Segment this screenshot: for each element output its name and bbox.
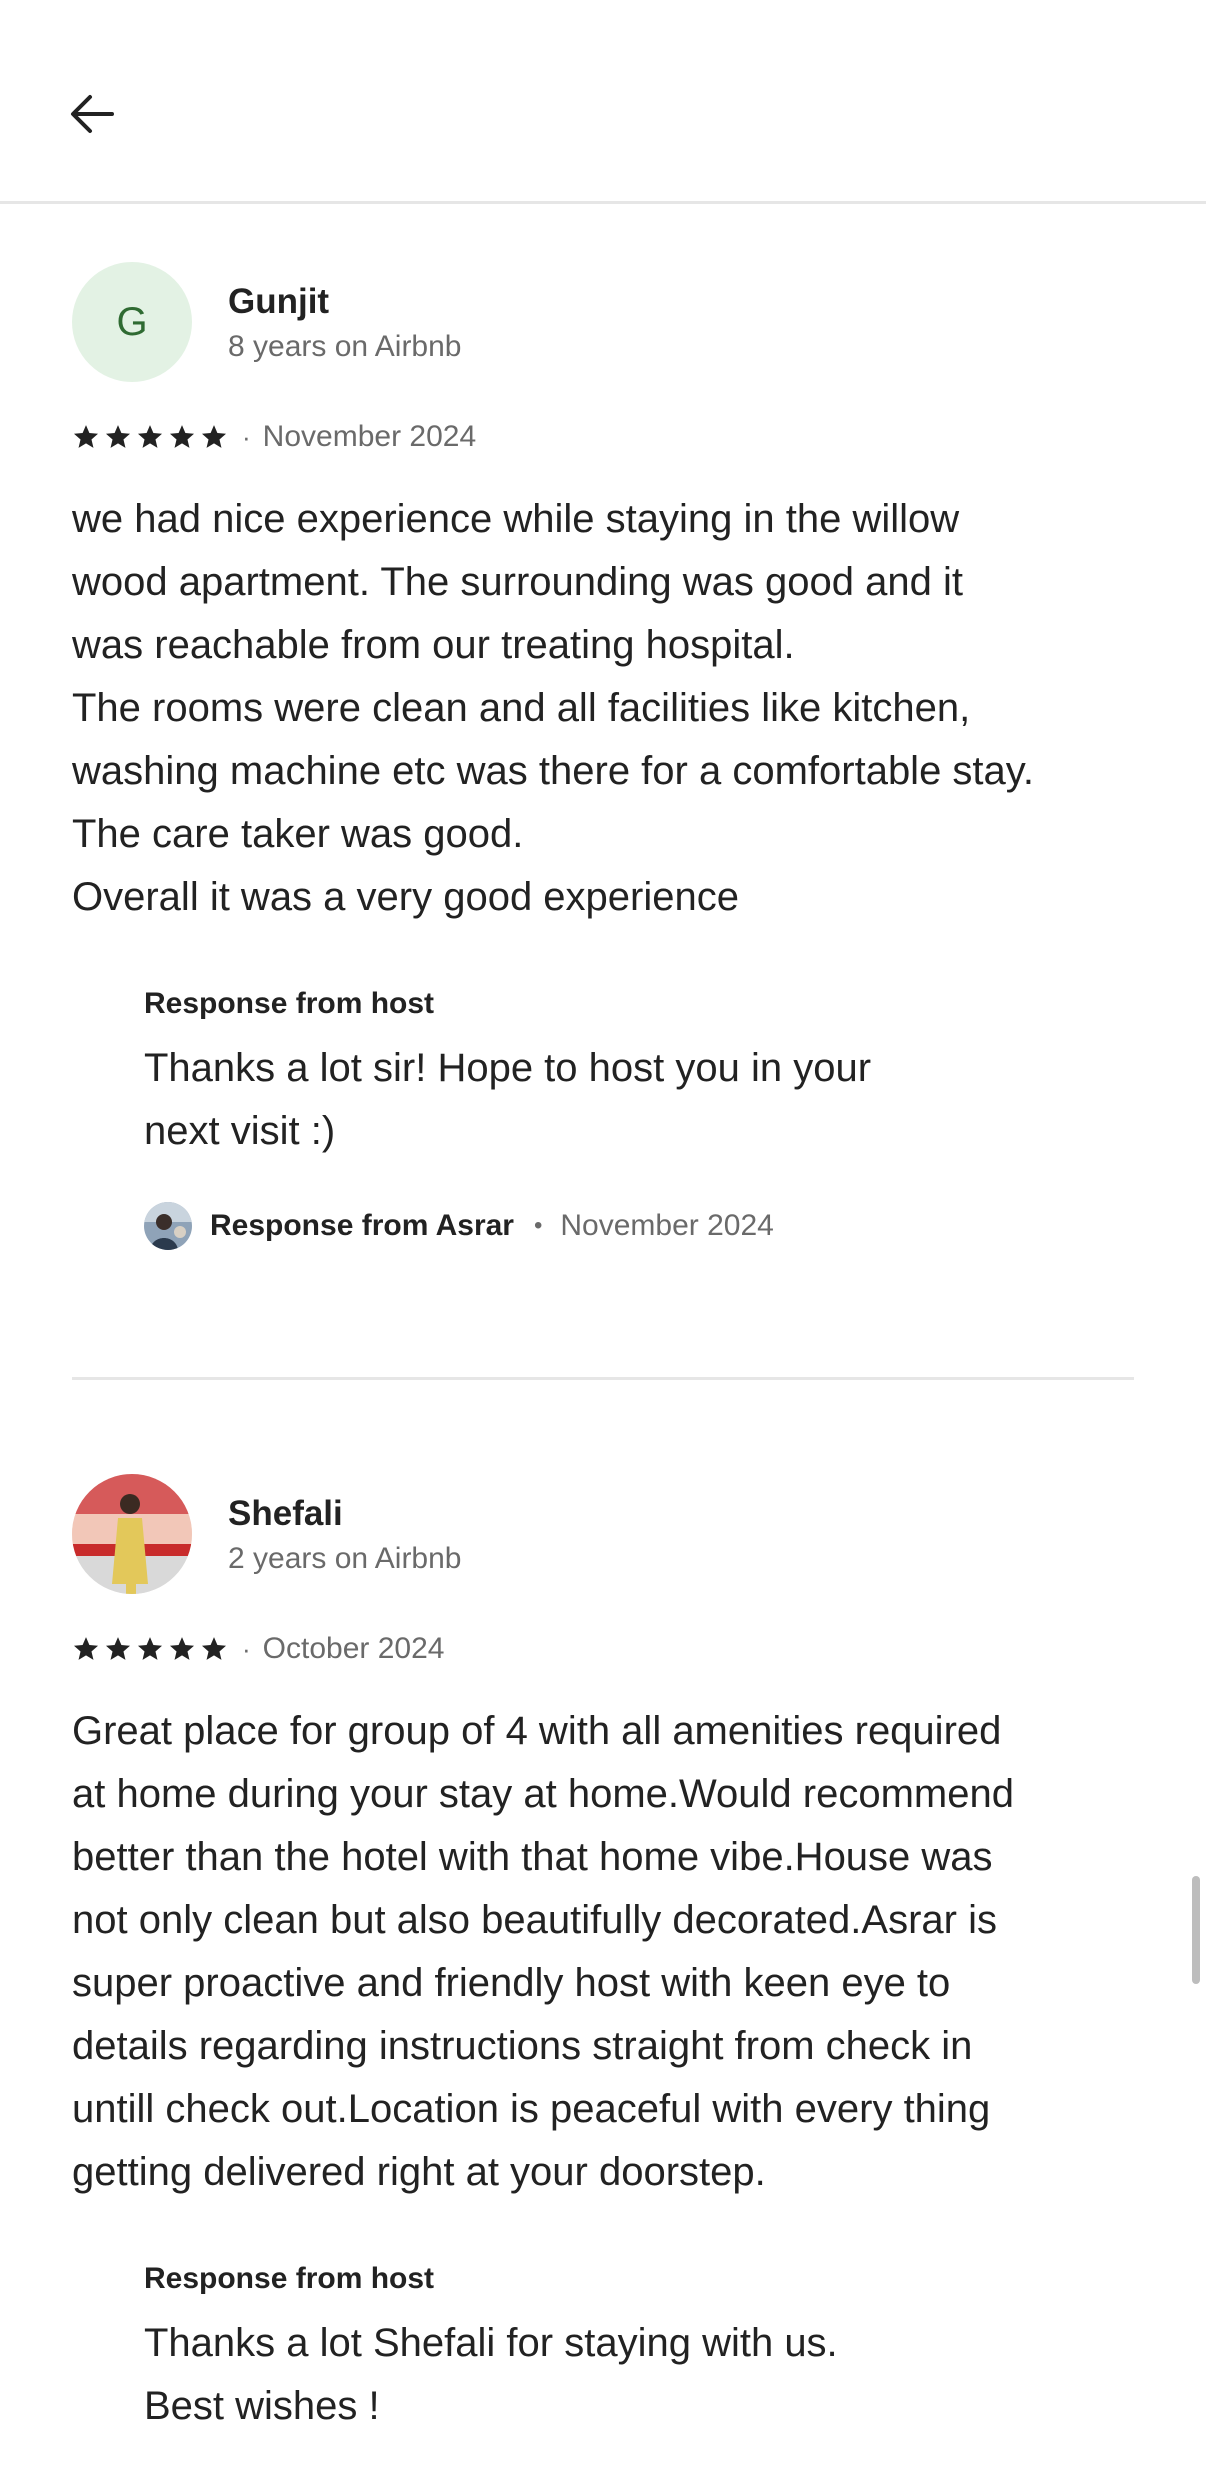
back-button[interactable]	[60, 82, 124, 146]
separator-dot: ·	[242, 1633, 251, 1664]
response-text: Thanks a lot sir! Hope to host you in yo…	[144, 1046, 872, 1153]
reviewer-name[interactable]: Gunjit	[228, 282, 329, 322]
star-icon	[137, 1637, 163, 1660]
scrollbar-thumb[interactable]	[1192, 1876, 1200, 1984]
host-response: Response from host Thanks a lot Shefali …	[144, 2262, 1044, 2438]
separator-dot: ·	[242, 421, 251, 452]
star-icon	[137, 425, 163, 448]
arrow-left-icon	[71, 95, 114, 133]
star-rating	[72, 423, 228, 451]
star-icon	[105, 1637, 131, 1660]
response-footer: Response from Asrar • November 2024	[144, 1201, 1044, 1251]
separator-dot: •	[533, 1212, 543, 1239]
review-text: Great place for group of 4 with all amen…	[72, 1709, 1014, 2194]
host-avatar[interactable]	[144, 1202, 192, 1250]
rating-row: · October 2024	[72, 1628, 1134, 1670]
review-divider	[72, 1377, 1134, 1380]
reviewer-info: G Gunjit 8 years on Airbnb	[72, 262, 1134, 384]
reviews-page: G Gunjit 8 years on Airbnb · November 20…	[0, 0, 1206, 2472]
star-icon	[73, 425, 99, 448]
response-text: Thanks a lot Shefali for staying with us…	[144, 2321, 838, 2428]
star-icon	[201, 425, 227, 448]
reviewer-info: Shefali 2 years on Airbnb	[72, 1474, 1134, 1596]
avatar[interactable]: G	[72, 262, 192, 382]
star-icon	[201, 1637, 227, 1660]
host-response-label: Response from Asrar	[210, 1209, 514, 1242]
reviewer-tenure: 8 years on Airbnb	[228, 330, 462, 363]
avatar[interactable]	[72, 1474, 192, 1594]
star-icon	[169, 425, 195, 448]
avatar-letter: G	[116, 299, 148, 344]
host-response: Response from host Thanks a lot sir! Hop…	[144, 987, 1044, 1251]
response-heading: Response from host	[144, 2262, 435, 2295]
review-date: October 2024	[262, 1632, 445, 1665]
response-date: November 2024	[560, 1209, 774, 1242]
star-icon	[169, 1637, 195, 1660]
review-card: Shefali 2 years on Airbnb · October 2024…	[72, 1474, 1134, 2438]
response-heading: Response from host	[144, 987, 435, 1020]
reviewer-name[interactable]: Shefali	[228, 1494, 343, 1534]
review-date: November 2024	[262, 420, 477, 453]
host-photo	[144, 1202, 192, 1250]
star-rating	[72, 1635, 228, 1663]
review-card: G Gunjit 8 years on Airbnb · November 20…	[72, 262, 1134, 1251]
header-bar	[0, 0, 1206, 204]
rating-row: · November 2024	[72, 416, 1134, 458]
reviewer-tenure: 2 years on Airbnb	[228, 1542, 462, 1575]
reviewer-photo	[72, 1474, 192, 1594]
star-icon	[73, 1637, 99, 1660]
review-text: we had nice experience while staying in …	[72, 497, 1034, 919]
star-icon	[105, 425, 131, 448]
